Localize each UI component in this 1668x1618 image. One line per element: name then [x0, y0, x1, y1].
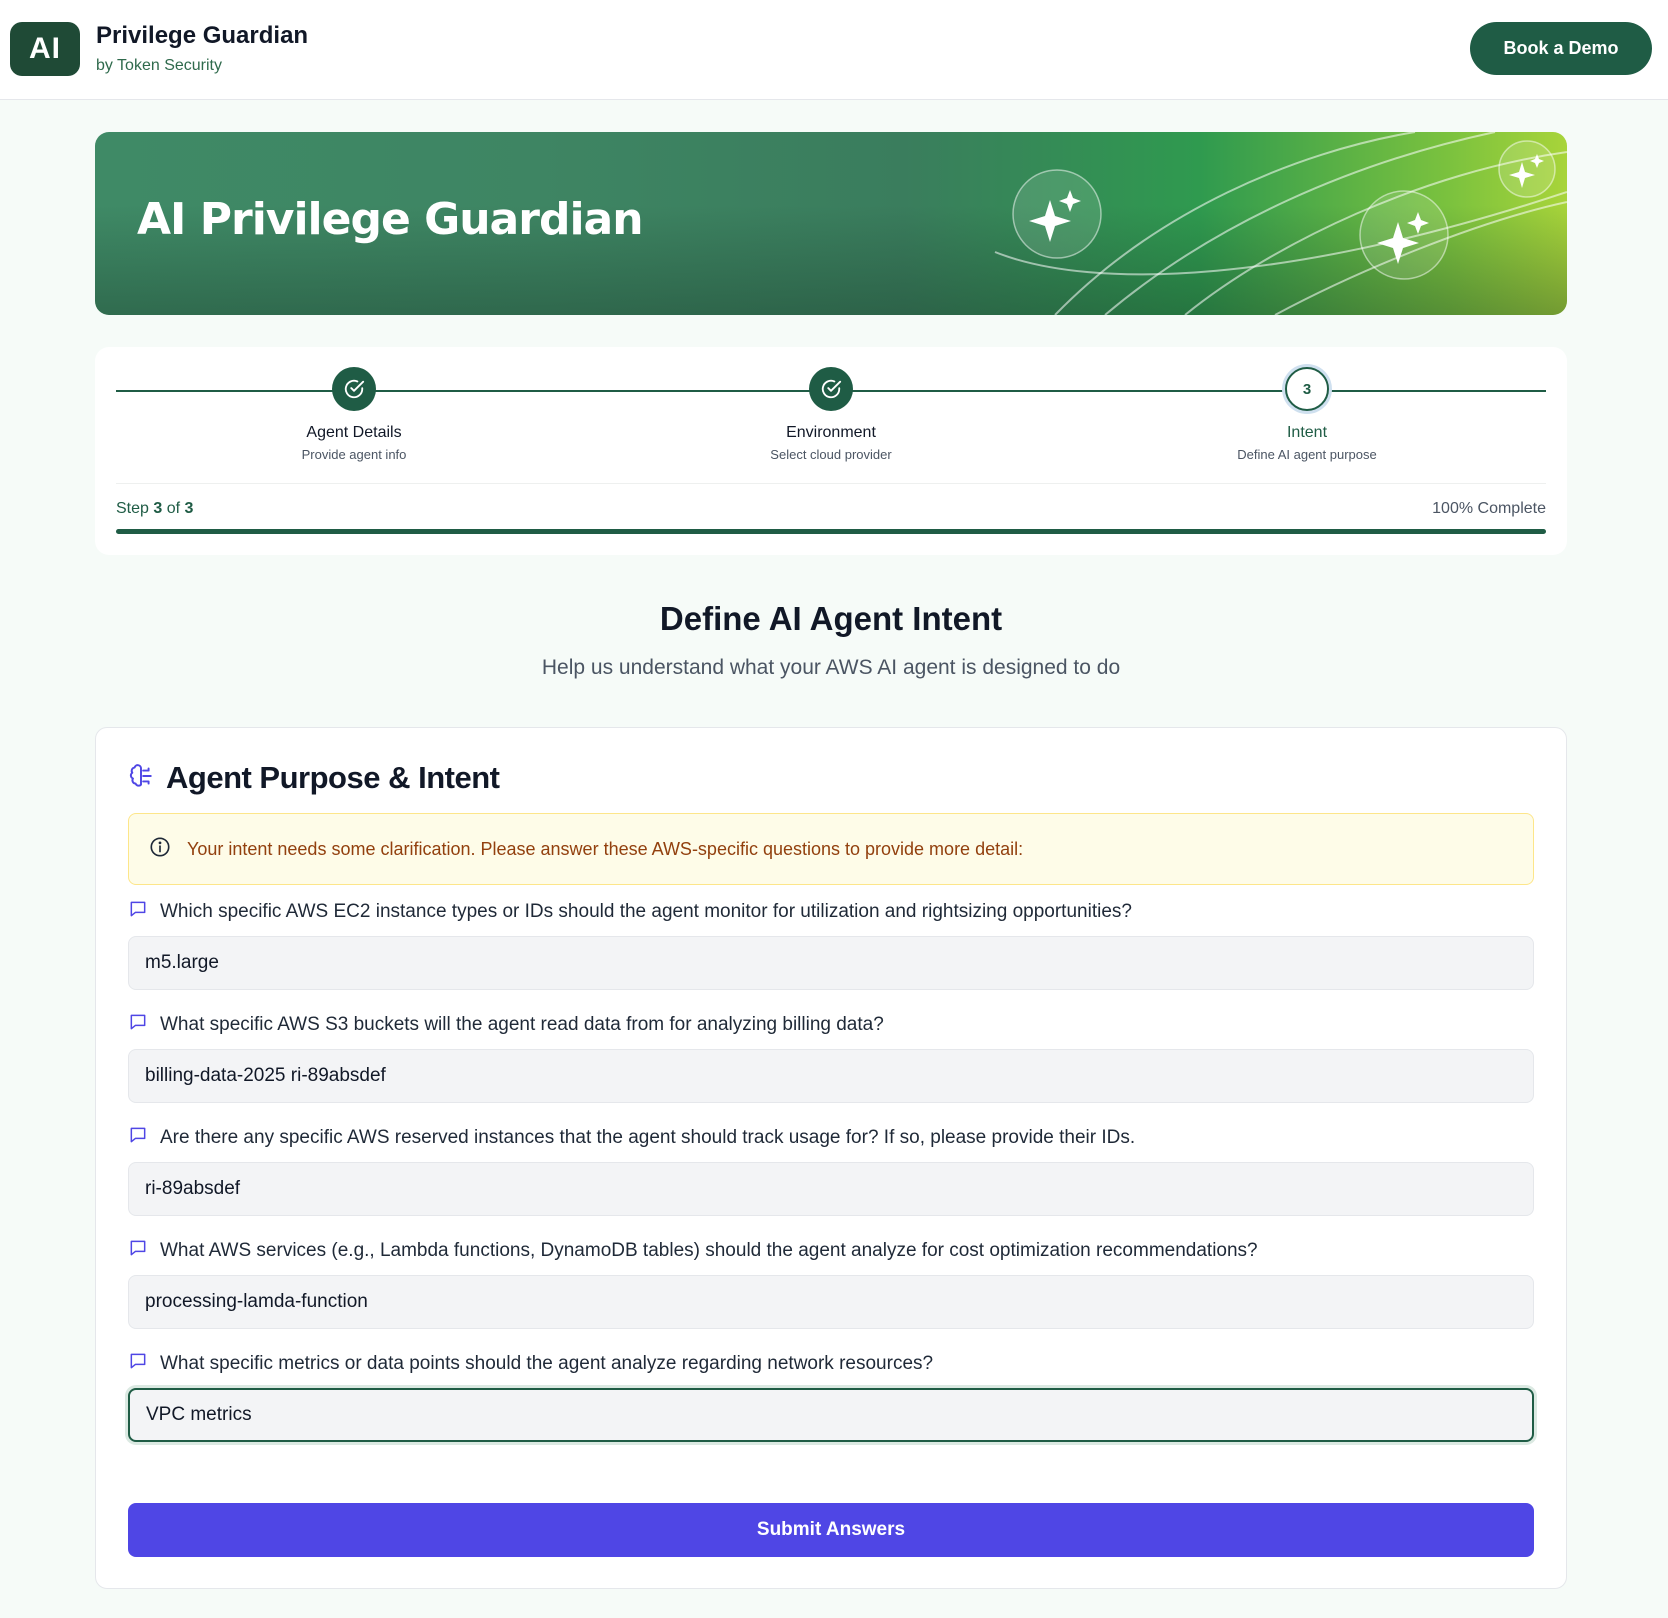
answer-input[interactable] — [128, 936, 1534, 990]
step-counter: Step 3 of 3 — [116, 500, 193, 518]
submit-answers-button[interactable]: Submit Answers — [128, 1503, 1534, 1557]
question-label: What specific AWS S3 buckets will the ag… — [128, 1013, 1534, 1037]
notice-text: Your intent needs some clarification. Pl… — [187, 838, 1024, 859]
section-subtitle: Help us understand what your AWS AI agen… — [541, 656, 1121, 679]
step-prefix: Step — [116, 500, 149, 517]
logo[interactable]: AI — [10, 22, 80, 76]
question-label: What AWS services (e.g., Lambda function… — [128, 1239, 1534, 1263]
percent-complete: 100% Complete — [1432, 500, 1546, 517]
brain-icon — [128, 763, 154, 794]
question-label: Which specific AWS EC2 instance types or… — [128, 900, 1534, 924]
answer-input[interactable] — [128, 1162, 1534, 1216]
question-label: What specific metrics or data points sho… — [128, 1352, 1534, 1376]
question-text: What specific AWS S3 buckets will the ag… — [160, 1014, 884, 1035]
top-bar: AI Privilege Guardian by Token Security … — [0, 0, 1668, 100]
step-number-badge: 3 — [1285, 367, 1329, 411]
question-text: Which specific AWS EC2 instance types or… — [160, 901, 1132, 922]
section-title: Define AI Agent Intent — [659, 600, 1003, 637]
info-icon — [149, 836, 171, 863]
step-label: Intent — [1286, 424, 1328, 441]
intent-card: Agent Purpose & Intent Your intent needs… — [95, 727, 1567, 1589]
step-environment[interactable]: Environment Select cloud provider — [681, 367, 981, 462]
question-block: What specific AWS S3 buckets will the ag… — [128, 1013, 1534, 1103]
check-circle-icon — [809, 367, 853, 411]
progress-bar — [116, 529, 1546, 534]
question-block: What specific metrics or data points sho… — [128, 1352, 1534, 1442]
step-label: Environment — [786, 424, 876, 441]
step-label: Agent Details — [306, 424, 402, 441]
question-text: Are there any specific AWS reserved inst… — [160, 1127, 1136, 1148]
brand-subtitle: by Token Security — [96, 57, 222, 74]
book-demo-button[interactable]: Book a Demo — [1470, 22, 1652, 75]
question-block: Which specific AWS EC2 instance types or… — [128, 900, 1534, 990]
clarification-notice: Your intent needs some clarification. Pl… — [128, 813, 1534, 885]
hero-title: AI Privilege Guardian — [137, 194, 644, 245]
step-total: 3 — [184, 500, 194, 517]
check-circle-icon — [332, 367, 376, 411]
brand-title: Privilege Guardian — [96, 22, 309, 49]
answer-input[interactable] — [128, 1049, 1534, 1103]
answer-input-focused[interactable] — [128, 1388, 1534, 1442]
progress-fill — [116, 529, 1546, 534]
step-description: Define AI agent purpose — [1237, 447, 1377, 462]
step-intent[interactable]: 3 Intent Define AI agent purpose — [1157, 367, 1457, 462]
answer-input[interactable] — [128, 1275, 1534, 1329]
chat-bubble-icon — [128, 1012, 148, 1038]
stepper-card: Agent Details Provide agent info Environ… — [95, 347, 1567, 555]
chat-bubble-icon — [128, 899, 148, 925]
chat-bubble-icon — [128, 1351, 148, 1377]
question-block: What AWS services (e.g., Lambda function… — [128, 1239, 1534, 1329]
card-header: Agent Purpose & Intent — [128, 760, 500, 796]
hero-banner: AI Privilege Guardian — [95, 132, 1567, 315]
question-label: Are there any specific AWS reserved inst… — [128, 1126, 1534, 1150]
stepper-divider — [116, 483, 1546, 484]
step-of: of — [166, 500, 181, 517]
step-description: Provide agent info — [301, 447, 407, 462]
card-title: Agent Purpose & Intent — [166, 760, 500, 795]
step-description: Select cloud provider — [770, 447, 892, 462]
question-text: What AWS services (e.g., Lambda function… — [160, 1240, 1258, 1261]
chat-bubble-icon — [128, 1125, 148, 1151]
question-block: Are there any specific AWS reserved inst… — [128, 1126, 1534, 1216]
question-text: What specific metrics or data points sho… — [160, 1353, 934, 1374]
chat-bubble-icon — [128, 1238, 148, 1264]
step-current: 3 — [153, 500, 163, 517]
step-agent-details[interactable]: Agent Details Provide agent info — [204, 367, 504, 462]
